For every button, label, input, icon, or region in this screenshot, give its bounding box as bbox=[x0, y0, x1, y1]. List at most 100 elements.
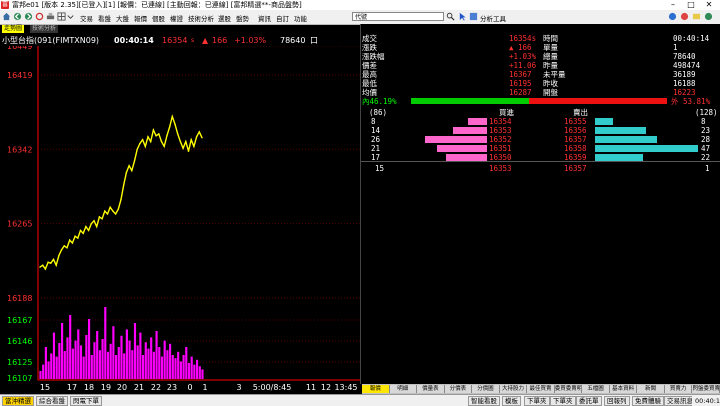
detail-tab[interactable]: 分價表 bbox=[444, 385, 473, 393]
pointer-icon[interactable] bbox=[458, 12, 467, 21]
intraday-chart[interactable]: 1644916419163421626516188161671614616125… bbox=[0, 34, 360, 394]
bid-qty: 14 bbox=[371, 126, 381, 135]
last-ask-qty: 1 bbox=[705, 164, 710, 173]
menu-price[interactable]: 報價 bbox=[134, 13, 147, 23]
analysis-tools-label[interactable]: 分析工具 bbox=[480, 13, 506, 23]
detail-tab[interactable]: 分價圖 bbox=[472, 385, 500, 393]
price-point bbox=[42, 264, 44, 266]
price-point bbox=[79, 229, 82, 232]
price-point bbox=[150, 140, 152, 143]
menu-technical[interactable]: 技術分析 bbox=[188, 13, 214, 23]
symbol-combo[interactable]: 代號 bbox=[352, 12, 444, 21]
mail-icon[interactable] bbox=[692, 12, 701, 21]
volume-bar bbox=[39, 371, 42, 379]
quote-label: 單量 bbox=[543, 43, 558, 52]
quote-label: 成交 bbox=[362, 34, 377, 43]
volume-bar bbox=[131, 350, 134, 379]
x-tick-label: 13:45 bbox=[334, 383, 357, 392]
volume-bar bbox=[50, 353, 53, 379]
detail-tab[interactable]: 基本資料 bbox=[609, 385, 638, 393]
bell-icon[interactable] bbox=[680, 12, 689, 21]
price-point bbox=[77, 237, 79, 239]
volume-bar bbox=[93, 342, 96, 379]
price-point bbox=[128, 165, 130, 167]
grid-icon[interactable] bbox=[57, 12, 66, 21]
home-icon[interactable] bbox=[2, 12, 11, 21]
menu-market[interactable]: 大盤 bbox=[116, 13, 129, 23]
x-tick-label: 11 bbox=[306, 383, 316, 392]
price-point bbox=[106, 213, 109, 215]
maximize-button[interactable]: □ bbox=[682, 0, 700, 10]
menu-functions[interactable]: 功能 bbox=[294, 13, 307, 23]
detail-tab[interactable]: 大持股力 bbox=[499, 385, 528, 393]
detail-tab[interactable]: 明細 bbox=[389, 385, 418, 393]
ask-qty: 23 bbox=[701, 126, 711, 135]
quote-label: 昨量 bbox=[543, 61, 558, 70]
menu-trade[interactable]: 交易 bbox=[80, 13, 93, 23]
volume-bar bbox=[190, 356, 193, 379]
search-icon[interactable] bbox=[446, 12, 455, 21]
back-icon[interactable] bbox=[13, 12, 22, 21]
detail-tab[interactable]: 價量表 bbox=[417, 385, 445, 393]
price-point bbox=[190, 138, 192, 141]
detail-tab[interactable]: 五檔圖 bbox=[582, 385, 610, 393]
y-tick-label: 16265 bbox=[7, 220, 32, 229]
price-point bbox=[195, 136, 198, 138]
price-point bbox=[174, 123, 176, 125]
volume-bar bbox=[179, 361, 182, 379]
volume-bar bbox=[187, 363, 191, 379]
quote-value: ▲ 166 bbox=[509, 43, 532, 52]
price-point bbox=[187, 150, 190, 152]
inner-ratio-label: 內46.19% bbox=[362, 97, 397, 106]
detail-tab[interactable]: 委買委賣明細 bbox=[554, 385, 583, 393]
detail-tab[interactable]: 最佳買賣 bbox=[527, 385, 555, 393]
info-icon[interactable] bbox=[668, 12, 677, 21]
quote-label: 昨收 bbox=[543, 79, 558, 88]
quote-value: 16195 bbox=[509, 79, 532, 88]
detail-tab[interactable]: 買賣力 bbox=[664, 385, 693, 393]
chevron-down-icon[interactable] bbox=[66, 12, 75, 21]
price-point bbox=[117, 208, 120, 210]
quote-value: 16354s bbox=[509, 34, 537, 43]
menu-custom[interactable]: 自訂 bbox=[276, 13, 289, 23]
ask-depth-bar bbox=[595, 127, 646, 134]
detail-tab[interactable]: 閃盤委買賣 bbox=[692, 385, 720, 393]
analysis-icon[interactable] bbox=[469, 12, 478, 21]
bid-depth-bar bbox=[425, 136, 487, 143]
menu-market-trend[interactable]: 盤勢 bbox=[236, 13, 249, 23]
help-icon[interactable] bbox=[704, 12, 713, 21]
bid-depth-bar bbox=[446, 154, 487, 161]
detail-tab[interactable]: 新聞 bbox=[637, 385, 665, 393]
x-tick-label: 1 bbox=[202, 383, 207, 392]
close-button[interactable]: ✕ bbox=[700, 0, 718, 10]
detail-tab[interactable]: 報價 bbox=[362, 385, 390, 393]
quote-label: 未平量 bbox=[543, 70, 566, 79]
print-icon[interactable] bbox=[46, 12, 55, 21]
tab-intraday-chart[interactable]: 走勢圖 bbox=[2, 25, 25, 33]
price-point bbox=[90, 222, 93, 225]
axis-ticks: 1644916419163421626516188161671614616125… bbox=[7, 42, 358, 392]
tab-technical-analysis[interactable]: 技術分析 bbox=[30, 25, 59, 33]
bid-depth-bar bbox=[453, 127, 487, 134]
menu-warrant[interactable]: 權證 bbox=[170, 13, 183, 23]
price-point bbox=[125, 171, 128, 174]
price-point bbox=[182, 147, 184, 150]
volume-bar bbox=[71, 348, 74, 379]
volume-bar bbox=[150, 337, 153, 379]
quote-label: 時間 bbox=[543, 34, 558, 43]
quote-value: 00:40:14 bbox=[673, 34, 710, 43]
forward-icon[interactable] bbox=[24, 12, 33, 21]
x-tick-label: 22 bbox=[151, 383, 161, 392]
bid-header: 買進 bbox=[499, 108, 514, 117]
menu-stock[interactable]: 個股 bbox=[152, 13, 165, 23]
volume-bar bbox=[139, 332, 142, 379]
refresh-icon[interactable] bbox=[35, 12, 44, 21]
volume-tick-label: 16167 bbox=[7, 316, 32, 325]
header-change-arrow: ▲ bbox=[202, 36, 209, 45]
menu-screener[interactable]: 選股 bbox=[218, 13, 231, 23]
menu-info[interactable]: 資訊 bbox=[258, 13, 271, 23]
volume-bar bbox=[117, 347, 120, 379]
quote-value: 16188 bbox=[673, 79, 696, 88]
minimize-button[interactable]: – bbox=[664, 0, 682, 10]
menu-quotes[interactable]: 看盤 bbox=[98, 13, 111, 23]
